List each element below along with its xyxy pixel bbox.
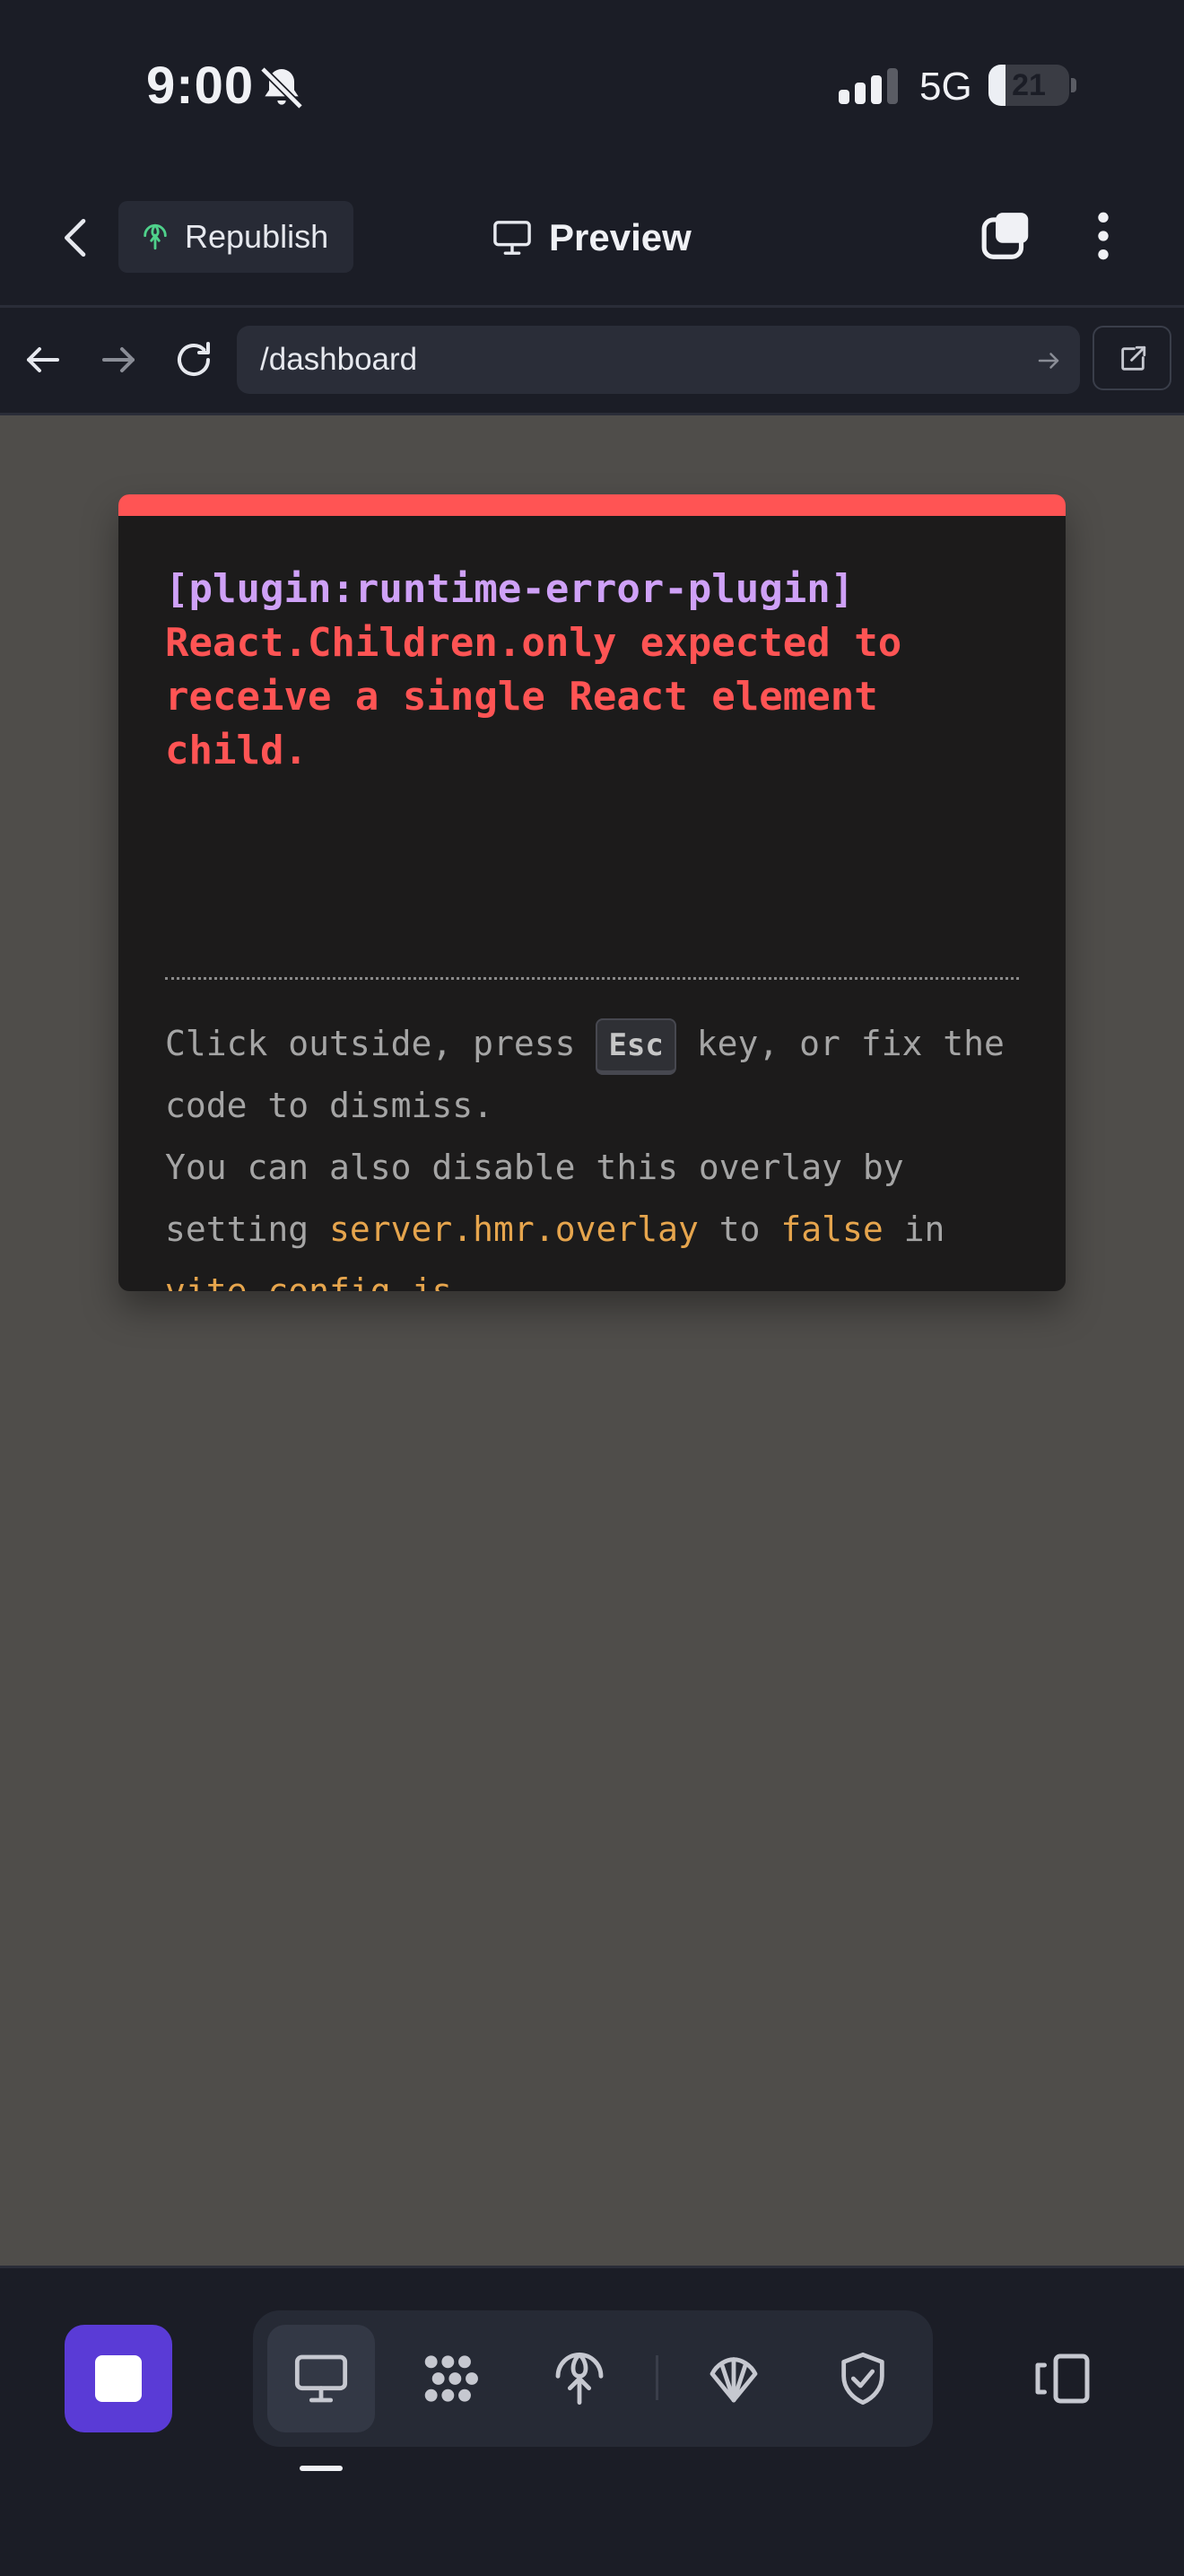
error-message: [plugin:runtime-error-plugin] React.Chil… (165, 563, 1026, 778)
bottom-bar (0, 2266, 1184, 2576)
browser-toolbar: /dashboard (0, 308, 1184, 415)
tool-workflows[interactable] (396, 2325, 504, 2432)
go-arrow-icon[interactable] (1035, 347, 1062, 374)
error-text: React.Children.only expected to receive … (165, 620, 926, 773)
url-text: /dashboard (260, 342, 418, 377)
more-vertical-icon[interactable] (1085, 208, 1121, 264)
error-overlay[interactable]: [plugin:runtime-error-plugin] React.Chil… (118, 494, 1066, 1291)
tip-value: false (780, 1209, 884, 1249)
shell-icon (710, 2357, 758, 2403)
deploy-icon (555, 2352, 604, 2406)
tool-preview[interactable] (267, 2325, 375, 2432)
tool-shell[interactable] (680, 2325, 788, 2432)
error-plugin: [plugin:runtime-error-plugin] (165, 566, 855, 612)
error-accent-bar (118, 494, 1066, 516)
open-external-button[interactable] (1093, 326, 1171, 390)
error-tip: Click outside, press Esc key, or fix the… (165, 1013, 1026, 1291)
network-type: 5G (919, 65, 972, 109)
battery-percent: 21 (1012, 68, 1046, 102)
toolbar-separator (656, 2355, 658, 2400)
stop-button[interactable] (65, 2325, 172, 2432)
chevron-left-icon[interactable] (52, 210, 102, 266)
refresh-icon[interactable] (172, 338, 215, 381)
panel-toggle-icon[interactable] (1033, 2352, 1096, 2406)
tip-text-1: Click outside, press (165, 1024, 596, 1063)
esc-key: Esc (596, 1018, 676, 1075)
monitor-icon (294, 2354, 348, 2403)
external-link-icon (1121, 345, 1146, 371)
preview-label: Preview (549, 216, 692, 258)
status-time: 9:00 (146, 57, 255, 115)
url-input[interactable]: /dashboard (237, 326, 1080, 394)
tip-file: vite.config.js (165, 1271, 453, 1291)
tool-security[interactable] (809, 2325, 917, 2432)
shield-check-icon (841, 2352, 884, 2406)
arrow-right-icon[interactable] (97, 338, 140, 381)
tip-text-6: . (452, 1271, 474, 1291)
battery-tip (1071, 78, 1076, 92)
active-tool-indicator (300, 2466, 343, 2471)
status-bar: 9:00 5G 21 (0, 0, 1184, 170)
globe-icon (144, 223, 167, 250)
app-header: Republish Preview (0, 170, 1184, 308)
tabs-icon[interactable] (979, 208, 1035, 264)
monitor-icon (493, 221, 531, 255)
republish-label: Republish (185, 218, 329, 255)
signal-icon (839, 68, 898, 104)
republish-button[interactable]: Republish (118, 201, 353, 273)
tip-text-5: in (883, 1209, 966, 1249)
preview-viewport[interactable]: [plugin:runtime-error-plugin] React.Chil… (0, 415, 1184, 2266)
preview-title: Preview (492, 206, 692, 269)
stop-icon (95, 2355, 142, 2402)
battery-indicator: 21 (988, 65, 1069, 106)
arrow-left-icon[interactable] (22, 338, 65, 381)
tip-setting: server.hmr.overlay (329, 1209, 699, 1249)
error-divider (165, 977, 1019, 980)
dots-grid-icon (424, 2355, 478, 2402)
tool-switcher (253, 2310, 933, 2447)
bell-muted-icon (260, 66, 303, 109)
tip-text-4: to (698, 1209, 781, 1249)
tool-deployments[interactable] (526, 2325, 633, 2432)
